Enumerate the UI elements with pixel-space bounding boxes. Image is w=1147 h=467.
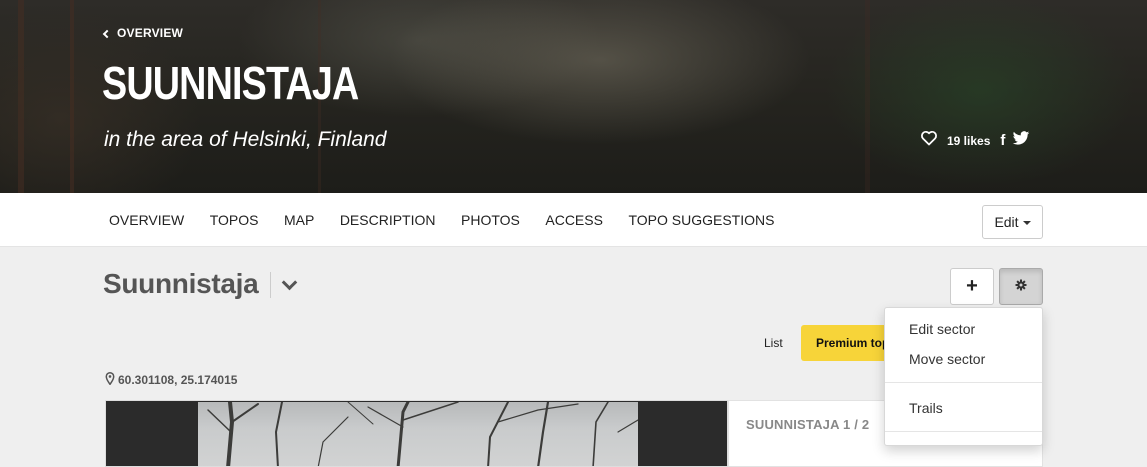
tab-photos[interactable]: PHOTOS bbox=[461, 212, 520, 228]
heart-icon[interactable] bbox=[920, 130, 938, 151]
tree-trunk bbox=[865, 0, 870, 193]
topo-count-label: SUUNNISTAJA 1 / 2 bbox=[746, 417, 870, 432]
settings-button[interactable] bbox=[999, 268, 1043, 305]
tab-description[interactable]: DESCRIPTION bbox=[340, 212, 436, 228]
menu-item-move-sector[interactable]: Move sector bbox=[909, 351, 985, 367]
menu-item-edit-sector[interactable]: Edit sector bbox=[909, 321, 975, 337]
social-bar: 19 likes f bbox=[920, 130, 1030, 151]
back-link-label: OVERVIEW bbox=[117, 26, 184, 40]
facebook-icon[interactable]: f bbox=[1000, 132, 1005, 149]
map-pin-icon bbox=[105, 371, 115, 388]
topo-photo[interactable] bbox=[198, 402, 638, 466]
tree-trunk bbox=[70, 0, 74, 193]
chevron-left-icon bbox=[102, 29, 112, 38]
tree-trunk bbox=[18, 0, 24, 193]
twitter-icon[interactable] bbox=[1012, 130, 1030, 151]
tab-topo-suggestions[interactable]: TOPO SUGGESTIONS bbox=[628, 212, 774, 228]
section-nav-bar: OVERVIEW TOPOS MAP DESCRIPTION PHOTOS AC… bbox=[0, 193, 1147, 247]
hero-banner: OVERVIEW SUUNNISTAJA in the area of Hels… bbox=[0, 0, 1147, 193]
area-subtitle: in the area of Helsinki, Finland bbox=[104, 128, 387, 151]
list-view-toggle[interactable]: List bbox=[764, 336, 783, 350]
tab-map[interactable]: MAP bbox=[284, 212, 314, 228]
gear-icon bbox=[1015, 278, 1027, 296]
page-title: SUUNNISTAJA bbox=[102, 57, 359, 109]
nav-tabs: OVERVIEW TOPOS MAP DESCRIPTION PHOTOS AC… bbox=[109, 193, 800, 247]
edit-button-label: Edit bbox=[994, 214, 1019, 230]
sector-title: Suunnistaja bbox=[103, 268, 259, 299]
coordinates-value[interactable]: 60.301108, 25.174015 bbox=[118, 373, 237, 387]
topo-image-viewer[interactable] bbox=[105, 400, 728, 467]
plus-icon: + bbox=[966, 275, 978, 297]
tab-overview[interactable]: OVERVIEW bbox=[109, 212, 184, 228]
caret-down-icon bbox=[1022, 221, 1031, 225]
edit-dropdown-button[interactable]: Edit bbox=[982, 205, 1043, 239]
tab-access[interactable]: ACCESS bbox=[545, 212, 603, 228]
tab-topos[interactable]: TOPOS bbox=[210, 212, 259, 228]
topo-photo-branches bbox=[207, 402, 638, 466]
coordinates: 60.301108, 25.174015 bbox=[105, 371, 237, 388]
settings-dropdown-menu: Edit sector Move sector Trails bbox=[884, 307, 1043, 446]
likes-count: 19 likes bbox=[947, 133, 991, 148]
menu-item-trails[interactable]: Trails bbox=[909, 400, 943, 416]
add-button[interactable]: + bbox=[950, 268, 994, 305]
back-to-overview-link[interactable]: OVERVIEW bbox=[102, 26, 184, 40]
menu-divider bbox=[885, 431, 1042, 432]
chevron-down-icon[interactable] bbox=[281, 274, 298, 291]
title-divider bbox=[270, 272, 271, 298]
menu-divider bbox=[885, 382, 1042, 383]
